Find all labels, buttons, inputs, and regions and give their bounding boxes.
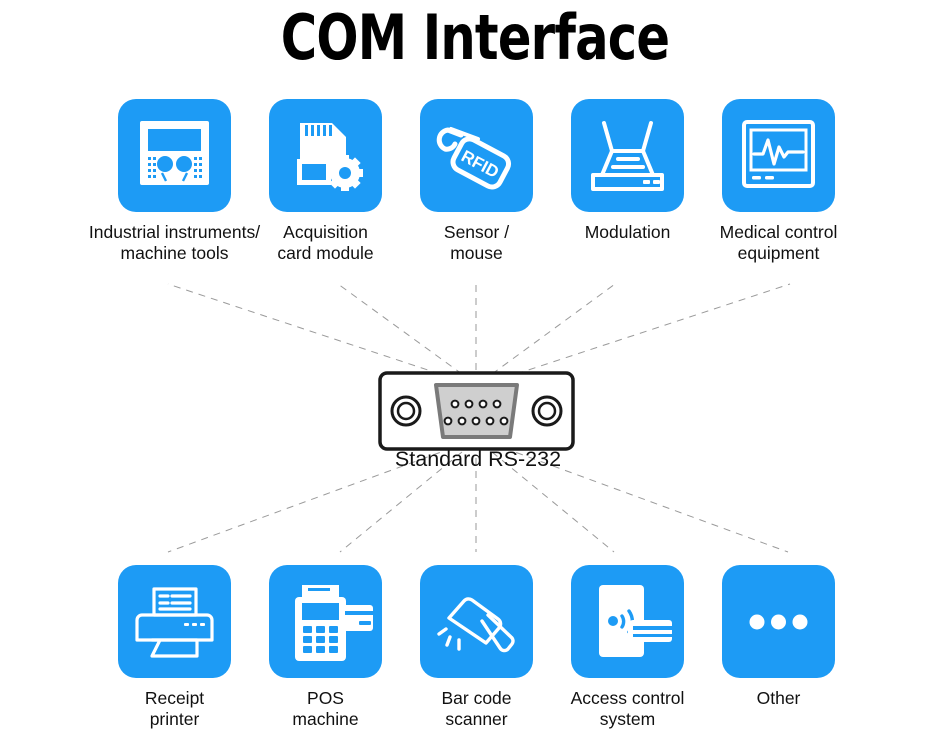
tile-barcode-scanner[interactable]	[420, 565, 533, 678]
link-medical-equipment	[503, 283, 791, 379]
barcode-scanner-icon	[437, 597, 515, 653]
tile-access-control[interactable]	[571, 565, 684, 678]
node-label: Medical control equipment	[719, 222, 838, 263]
node-label: Sensor / mouse	[443, 222, 510, 263]
tile-modulation[interactable]	[571, 99, 684, 212]
node-other[interactable]: Other	[722, 565, 866, 709]
tile-acquisition-card[interactable]	[269, 99, 382, 212]
link-industrial-instruments	[167, 283, 453, 379]
tile-other[interactable]	[722, 565, 835, 678]
node-label: Bar code scanner	[441, 688, 512, 729]
ellipsis-dots-icon	[749, 614, 808, 630]
receipt-printer-icon	[135, 587, 214, 658]
pos-terminal-card-icon	[295, 585, 373, 661]
node-label: Acquisition card module	[277, 222, 374, 263]
industrial-instrument-panel-icon	[140, 121, 209, 185]
diagram-canvas: COM Interface Industrial instruments/ ma…	[0, 0, 950, 755]
access-control-reader-icon	[599, 585, 672, 657]
router-modem-icon	[591, 121, 664, 191]
node-label: Receipt printer	[144, 688, 205, 729]
link-modulation	[491, 283, 616, 375]
node-label: Industrial instruments/ machine tools	[88, 222, 261, 263]
node-label: Access control system	[570, 688, 685, 729]
medical-monitor-ecg-icon	[742, 120, 815, 188]
tile-receipt-printer[interactable]	[118, 565, 231, 678]
tile-pos-machine[interactable]	[269, 565, 382, 678]
node-label: Modulation	[584, 222, 671, 242]
rfid-tag-icon: RFID	[436, 127, 512, 190]
sd-card-gear-icon	[297, 123, 363, 191]
db9-serial-connector-icon	[378, 371, 575, 451]
tile-sensor-mouse[interactable]: RFID	[420, 99, 533, 212]
node-standard-rs232[interactable]: Standard RS-232	[378, 371, 575, 471]
tile-industrial-instruments[interactable]	[118, 99, 231, 212]
tile-medical-equipment[interactable]	[722, 99, 835, 212]
node-medical-equipment[interactable]: Medical control equipment	[720, 99, 866, 264]
node-label: Other	[756, 688, 801, 708]
center-label: Standard RS-232	[394, 447, 562, 471]
node-label: POS machine	[292, 688, 359, 729]
